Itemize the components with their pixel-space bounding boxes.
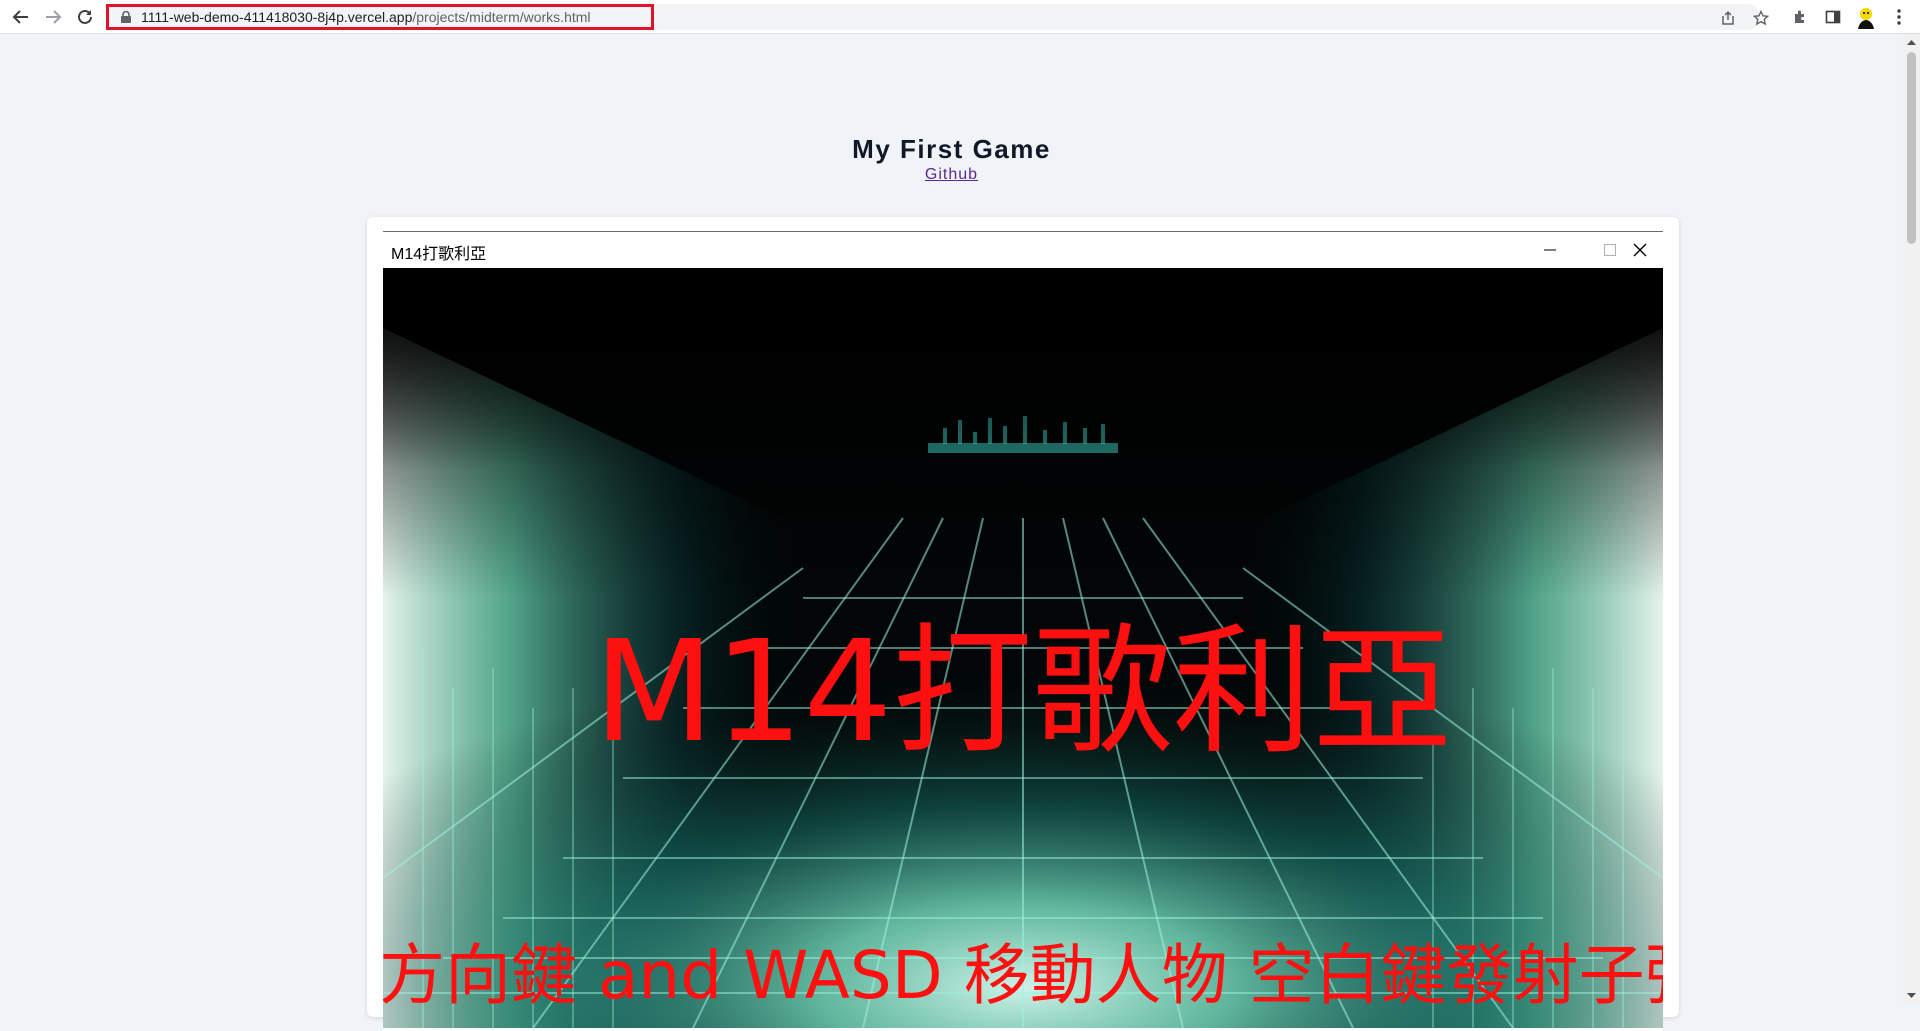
page-title: My First Game [852,134,1051,164]
maximize-icon [1604,244,1616,256]
github-link[interactable]: Github [925,166,978,183]
game-instructions: 方向鍵 and WASD 移動人物 空白鍵發射子彈 [383,937,1663,1014]
back-button[interactable] [8,4,34,30]
bookmark-button[interactable] [1751,8,1771,28]
share-button[interactable] [1718,8,1738,28]
scroll-down-icon[interactable] [1903,988,1920,1002]
url-highlight-box[interactable]: 1111-web-demo-411418030-8j4p.vercel.app /… [106,4,654,30]
side-panel-button[interactable] [1820,4,1846,30]
url-path: /projects/midterm/works.html [412,9,591,25]
side-panel-icon [1825,10,1841,24]
url-host: 1111-web-demo-411418030-8j4p.vercel.app [141,9,413,25]
profile-avatar[interactable] [1854,5,1878,29]
more-vertical-icon [1897,9,1901,25]
arrow-right-icon [46,10,62,24]
page-scrollbar[interactable] [1903,34,1920,1004]
lock-icon [121,11,131,23]
window-title: M14打歌利亞 [391,246,487,263]
minimize-button[interactable] [1527,232,1573,268]
minimize-icon [1544,249,1556,251]
scroll-up-icon[interactable] [1903,36,1920,50]
puzzle-icon [1795,10,1804,23]
share-icon [1722,10,1734,25]
forward-button[interactable] [40,4,66,30]
reload-icon [78,9,92,24]
github-link-container: Github [0,166,1903,184]
reload-button[interactable] [72,4,98,30]
arrow-left-icon [12,10,28,24]
game-window: M14打歌利亞 M14打歌利亞 方向鍵 and WASD 移動人物 空白鍵發射子… [383,231,1663,1031]
game-title: M14打歌利亞 [593,611,1453,774]
browser-toolbar: 1111-web-demo-411418030-8j4p.vercel.app /… [0,0,1920,34]
address-bar[interactable]: 1111-web-demo-411418030-8j4p.vercel.app /… [106,4,1769,30]
menu-button[interactable] [1886,4,1912,30]
close-icon [1633,243,1647,257]
star-icon [1753,10,1769,26]
game-canvas[interactable]: M14打歌利亞 方向鍵 and WASD 移動人物 空白鍵發射子彈 [383,268,1663,1028]
close-button[interactable] [1617,232,1663,268]
window-titlebar[interactable]: M14打歌利亞 [383,232,1663,268]
scroll-thumb[interactable] [1907,52,1916,244]
extensions-button[interactable] [1787,4,1813,30]
game-card: M14打歌利亞 M14打歌利亞 方向鍵 and WASD 移動人物 空白鍵發射子… [367,217,1679,1031]
avatar-icon [1854,5,1878,29]
